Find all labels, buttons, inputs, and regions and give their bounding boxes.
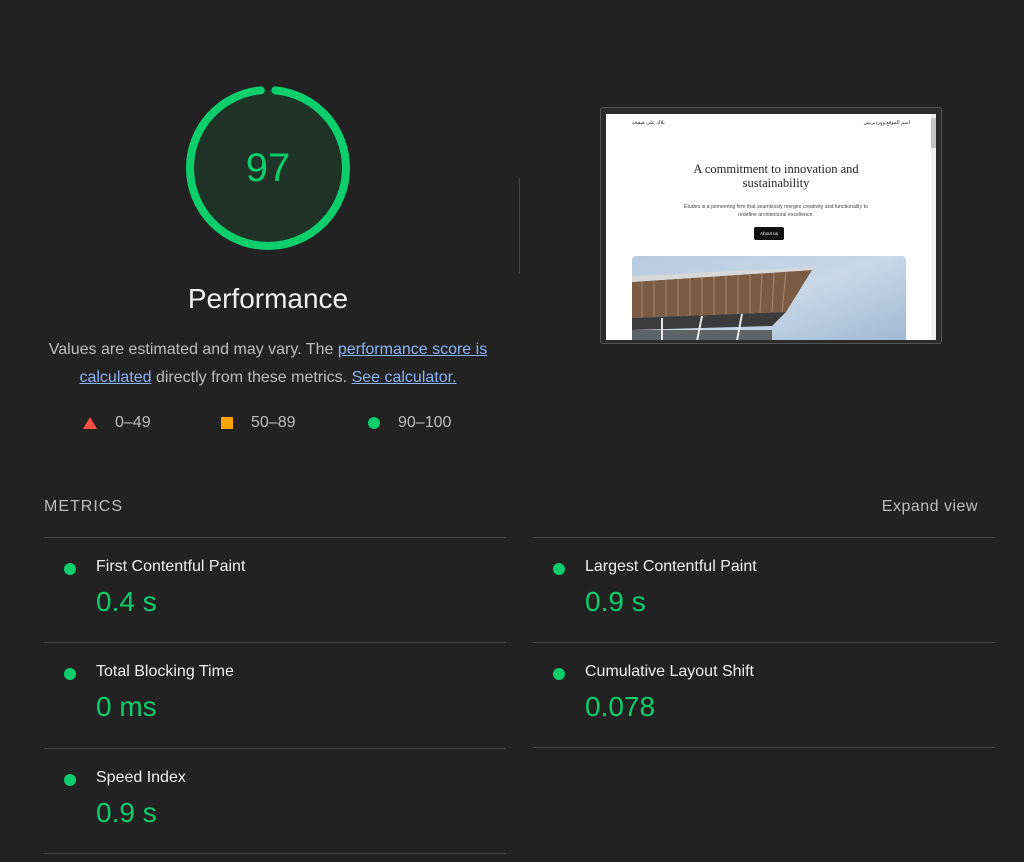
metrics-divider (44, 853, 506, 854)
legend-label: 90–100 (398, 414, 452, 431)
vertical-divider (519, 178, 520, 274)
metric-value: 0.4 s (96, 586, 157, 617)
performance-gauge: 97 (184, 84, 352, 252)
pass-circle-icon (64, 774, 76, 786)
performance-score: 97 (245, 145, 291, 190)
metric-value: 0.9 s (96, 797, 157, 828)
metric-first-contentful-paint[interactable]: First Contentful Paint 0.4 s (44, 537, 506, 641)
metric-value: 0.9 s (585, 586, 646, 617)
screenshot-scrollbar (931, 114, 936, 340)
screenshot-nav-right: اسم الموقع ووردبريس (863, 120, 910, 126)
metric-label: Largest Contentful Paint (585, 558, 757, 575)
description-text-1: Values are estimated and may vary. The (48, 341, 338, 358)
screenshot-scroll-thumb (931, 118, 936, 148)
performance-title: Performance (187, 283, 349, 314)
description-text-2: directly from these metrics. (151, 369, 352, 386)
metric-speed-index[interactable]: Speed Index 0.9 s (44, 748, 506, 852)
legend-item-pass: 90–100 (368, 414, 451, 432)
triangle-icon (83, 417, 97, 429)
screenshot-subtext: Études is a pioneering firm that seamles… (684, 204, 868, 218)
pass-circle-icon (553, 668, 565, 680)
score-legend: 0–49 50–89 90–100 (0, 414, 536, 436)
legend-label: 0–49 (115, 414, 151, 431)
circle-icon (368, 417, 380, 429)
metric-total-blocking-time[interactable]: Total Blocking Time 0 ms (44, 642, 506, 746)
metric-label: Speed Index (96, 769, 186, 786)
screenshot-page: بلاك على صفحة اسم الموقع ووردبريس A comm… (606, 114, 936, 340)
screenshot-heading: A commitment to innovation and sustainab… (693, 162, 859, 190)
legend-item-average: 50–89 (221, 414, 296, 432)
see-calculator-link[interactable]: See calculator. (352, 369, 457, 386)
metric-largest-contentful-paint[interactable]: Largest Contentful Paint 0.9 s (533, 537, 995, 641)
metric-value: 0 ms (96, 691, 157, 722)
pass-circle-icon (64, 563, 76, 575)
metric-value: 0.078 (585, 691, 656, 722)
metrics-heading: METRICS (44, 498, 123, 515)
legend-item-fail: 0–49 (83, 414, 151, 432)
metrics-divider (533, 747, 995, 748)
square-icon (221, 417, 233, 429)
metric-label: Cumulative Layout Shift (585, 663, 754, 680)
metric-label: Total Blocking Time (96, 663, 234, 680)
metric-cumulative-layout-shift[interactable]: Cumulative Layout Shift 0.078 (533, 642, 995, 746)
screenshot-nav-left: بلاك على صفحة (632, 120, 665, 126)
pass-circle-icon (64, 668, 76, 680)
screenshot-about-button: About us (754, 227, 784, 240)
pass-circle-icon (553, 563, 565, 575)
legend-label: 50–89 (251, 414, 296, 431)
performance-description: Values are estimated and may vary. The p… (44, 336, 492, 392)
screenshot-building-image (632, 256, 906, 340)
final-screenshot[interactable]: بلاك على صفحة اسم الموقع ووردبريس A comm… (600, 107, 942, 344)
metric-label: First Contentful Paint (96, 558, 246, 575)
expand-view-button[interactable]: Expand view (882, 498, 978, 516)
